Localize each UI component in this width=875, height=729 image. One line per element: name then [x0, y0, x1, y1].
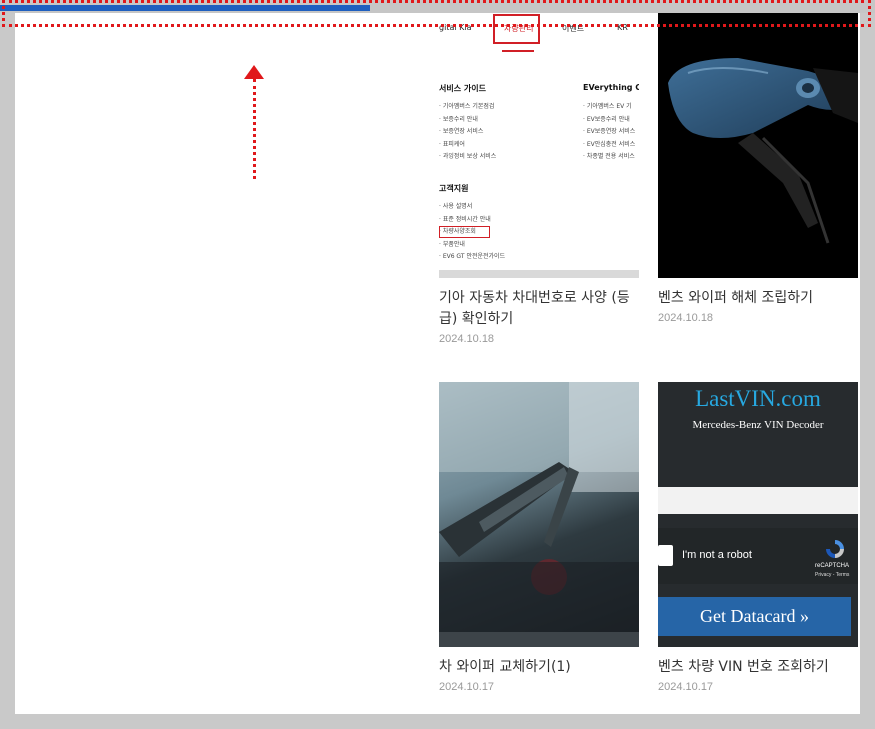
- post-card[interactable]: LastVIN.com Mercedes-Benz VIN Decoder I'…: [658, 382, 858, 693]
- post-card[interactable]: 벤츠 와이퍼 해체 조립하기 2024.10.18: [658, 13, 858, 324]
- post-date: 2024.10.18: [658, 312, 714, 324]
- checkbox-icon: [658, 545, 673, 566]
- recaptcha-icon: [826, 540, 844, 558]
- thumbnail-item-highlight: [439, 226, 490, 238]
- post-title[interactable]: 차 와이퍼 교체하기(1): [439, 657, 639, 678]
- wiper-photo: [439, 382, 639, 647]
- post-date: 2024.10.17: [658, 681, 714, 693]
- thumbnail-site-title: LastVIN.com: [695, 386, 821, 411]
- post-title[interactable]: 벤츠 와이퍼 해체 조립하기: [658, 288, 858, 309]
- get-datacard-button: Get Datacard »: [658, 597, 851, 636]
- thumbnail-active-underline: [502, 50, 534, 52]
- wiper-photo: [668, 58, 858, 244]
- thumbnail-site-subtitle: Mercedes-Benz VIN Decoder: [692, 419, 824, 431]
- annotation-up-arrow-icon: [244, 65, 264, 180]
- thumbnail-list: · 기아멤버스 EV 기 · EV보증수리 안내 · EV보증연장 서비스 · …: [583, 103, 636, 160]
- post-thumbnail[interactable]: [658, 13, 858, 278]
- post-date: 2024.10.17: [439, 681, 495, 693]
- post-date: 2024.10.18: [439, 333, 495, 345]
- thumbnail-list: · 기아멤버스 기본점검 · 보증수리 안내 · 보증연장 서비스 · 표피케어…: [439, 103, 497, 160]
- post-grid: gital Kia 차량관리 이벤트 KR 서비스 가이드 · 기아멤버스 기본…: [15, 13, 860, 714]
- post-title[interactable]: 벤츠 차량 VIN 번호 조회하기: [658, 657, 858, 678]
- post-card[interactable]: gital Kia 차량관리 이벤트 KR 서비스 가이드 · 기아멤버스 기본…: [439, 13, 639, 345]
- post-title[interactable]: 기아 자동차 차대번호로 사양 (등급) 확인하기: [439, 288, 639, 330]
- post-thumbnail[interactable]: LastVIN.com Mercedes-Benz VIN Decoder I'…: [658, 382, 858, 647]
- annotation-dotted-highlight: [2, 0, 871, 27]
- post-thumbnail[interactable]: [439, 382, 639, 647]
- post-card[interactable]: 차 와이퍼 교체하기(1) 2024.10.17: [439, 382, 639, 693]
- post-thumbnail[interactable]: gital Kia 차량관리 이벤트 KR 서비스 가이드 · 기아멤버스 기본…: [439, 13, 639, 278]
